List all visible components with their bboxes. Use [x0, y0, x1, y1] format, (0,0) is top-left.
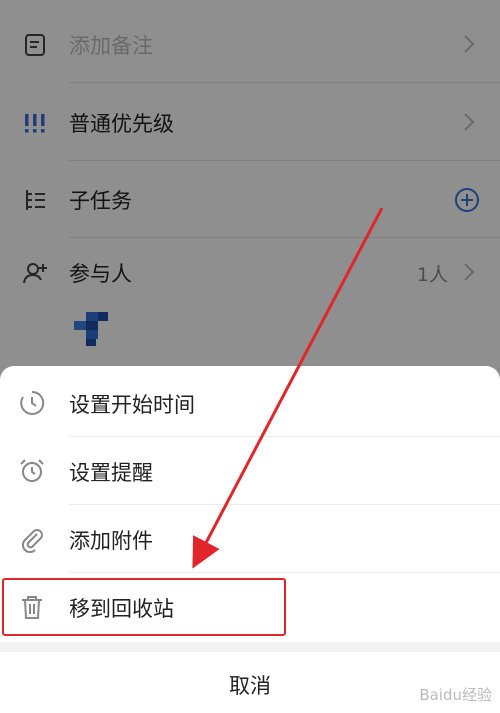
annotation-arrow	[192, 207, 384, 569]
watermark: Baidu经验	[419, 686, 492, 704]
